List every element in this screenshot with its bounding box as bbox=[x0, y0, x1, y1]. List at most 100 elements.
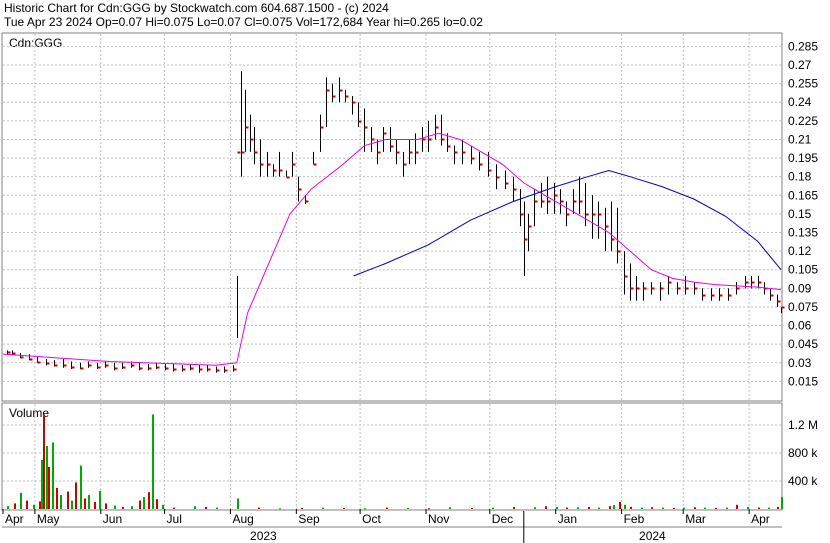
month-label: Apr bbox=[5, 512, 24, 526]
volume-bar bbox=[43, 414, 45, 509]
volume-bar bbox=[52, 442, 54, 509]
volume-bar bbox=[777, 506, 779, 509]
price-tick-label: 0.255 bbox=[788, 77, 818, 91]
volume-bar bbox=[613, 505, 615, 509]
volume-bar bbox=[781, 496, 783, 509]
price-tick-label: 0.12 bbox=[788, 244, 812, 258]
volume-bar bbox=[237, 498, 239, 509]
volume-bar bbox=[609, 506, 611, 509]
volume-bar bbox=[577, 507, 579, 509]
volume-bar bbox=[662, 507, 664, 509]
month-label: Mar bbox=[685, 512, 706, 526]
volume-bar bbox=[258, 507, 260, 509]
volume-bar bbox=[105, 503, 107, 509]
price-tick-label: 0.06 bbox=[788, 319, 812, 333]
volume-tick-label: 800 k bbox=[788, 446, 818, 460]
volume-bar bbox=[704, 507, 706, 509]
volume-bar bbox=[26, 500, 28, 509]
month-label: Oct bbox=[362, 512, 381, 526]
price-tick-label: 0.015 bbox=[788, 374, 818, 388]
price-tick-label: 0.135 bbox=[788, 226, 818, 240]
volume-bar bbox=[139, 500, 141, 509]
volume-bar bbox=[14, 503, 16, 509]
volume-bar bbox=[7, 506, 9, 509]
volume-bar bbox=[449, 507, 451, 509]
volume-bar bbox=[301, 507, 303, 509]
price-tick-label: 0.18 bbox=[788, 170, 812, 184]
volume-bar bbox=[556, 506, 558, 509]
month-label: Aug bbox=[232, 512, 253, 526]
volume-bar bbox=[624, 504, 626, 509]
volume-bar bbox=[60, 495, 62, 509]
volume-bar bbox=[46, 446, 48, 509]
volume-bar bbox=[715, 507, 717, 509]
price-tick-label: 0.075 bbox=[788, 300, 818, 314]
volume-bar bbox=[131, 506, 133, 509]
price-tick-label: 0.285 bbox=[788, 39, 818, 53]
volume-bar bbox=[216, 507, 218, 509]
volume-bar bbox=[122, 506, 124, 509]
price-tick-label: 0.195 bbox=[788, 151, 818, 165]
year-label: 2023 bbox=[250, 529, 277, 543]
volume-bar bbox=[48, 467, 50, 509]
volume-bar bbox=[768, 507, 770, 509]
volume-bar bbox=[99, 490, 101, 509]
volume-bar bbox=[20, 492, 22, 509]
volume-bar bbox=[173, 507, 175, 509]
month-label: Sep bbox=[298, 512, 320, 526]
year-label: 2024 bbox=[639, 529, 666, 543]
volume-panel-frame bbox=[1, 402, 783, 511]
volume-bar bbox=[588, 506, 590, 509]
volume-bar bbox=[694, 507, 696, 509]
volume-bar bbox=[747, 506, 749, 509]
volume-bar bbox=[364, 508, 366, 510]
price-tick-label: 0.09 bbox=[788, 281, 812, 295]
volume-bar bbox=[148, 492, 150, 509]
volume-bar bbox=[33, 504, 35, 509]
volume-bar bbox=[94, 502, 96, 509]
volume-bar bbox=[726, 507, 728, 509]
volume-bar bbox=[683, 507, 685, 509]
volume-bar bbox=[39, 501, 41, 509]
volume-bar bbox=[84, 498, 86, 509]
volume-bar bbox=[736, 504, 738, 509]
volume-bar bbox=[673, 507, 675, 509]
volume-tick-label: 1.2 M bbox=[788, 418, 818, 432]
volume-bar bbox=[407, 507, 409, 509]
volume-bar bbox=[641, 507, 643, 509]
price-tick-label: 0.03 bbox=[788, 356, 812, 370]
price-tick-label: 0.24 bbox=[788, 95, 812, 109]
volume-bar bbox=[630, 506, 632, 509]
volume-bar bbox=[71, 500, 73, 509]
volume-bar bbox=[114, 505, 116, 509]
month-label: Jun bbox=[103, 512, 122, 526]
volume-bar bbox=[598, 507, 600, 509]
volume-tick-label: 400 k bbox=[788, 474, 818, 488]
volume-bar bbox=[279, 508, 281, 510]
month-label: Jul bbox=[167, 512, 182, 526]
stock-chart: Cdn:GGG 0.285 0.27 0.255 0.24 0.225 0.21 0.195… bbox=[1, 32, 818, 543]
volume-bar bbox=[758, 507, 760, 509]
volume-bar bbox=[88, 495, 90, 509]
price-y-axis: 0.285 0.27 0.255 0.24 0.225 0.21 0.195 0.18 0.16… bbox=[788, 39, 818, 388]
volume-bar bbox=[41, 460, 43, 509]
price-tick-label: 0.105 bbox=[788, 263, 818, 277]
volume-bar bbox=[80, 465, 82, 509]
month-label: May bbox=[37, 512, 60, 526]
price-tick-label: 0.045 bbox=[788, 337, 818, 351]
volume-bar bbox=[566, 507, 568, 509]
volume-bar bbox=[492, 507, 494, 509]
volume-bar bbox=[428, 508, 430, 510]
volume-bar bbox=[343, 507, 345, 509]
volume-bar bbox=[513, 506, 515, 509]
volume-bar bbox=[143, 497, 145, 509]
price-panel-frame bbox=[1, 32, 783, 402]
month-label: Feb bbox=[624, 512, 645, 526]
volume-bar bbox=[534, 507, 536, 509]
volume-bar bbox=[75, 482, 77, 509]
month-label: Nov bbox=[428, 512, 449, 526]
price-tick-label: 0.21 bbox=[788, 132, 812, 146]
month-label: Apr bbox=[751, 512, 770, 526]
x-axis-months: Apr May Jun Jul Aug Sep Oct Nov Dec Jan Feb Mar Apr bbox=[2, 509, 770, 526]
volume-bar bbox=[56, 488, 58, 509]
